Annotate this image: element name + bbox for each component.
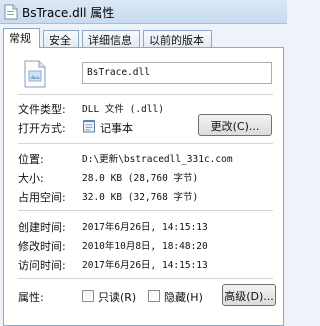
file-properties-icon xyxy=(4,4,18,20)
location-row: 位置: D:\更新\bstracedll_331c.com xyxy=(4,150,283,166)
accessed-value: 2017年6月26日, 14:15:13 xyxy=(82,260,208,271)
size-value: 28.0 KB (28,760 字节) xyxy=(82,173,199,184)
divider xyxy=(18,278,273,279)
location-value: D:\更新\bstracedll_331c.com xyxy=(82,154,233,165)
title-bar: BsTrace.dll 属性 xyxy=(0,0,287,24)
divider xyxy=(18,143,273,144)
tab-previous-versions[interactable]: 以前的版本 xyxy=(143,30,212,47)
hidden-checkbox[interactable] xyxy=(148,290,160,302)
file-icon xyxy=(24,60,46,88)
tab-security[interactable]: 安全 xyxy=(43,30,79,47)
opens-with-value: 记事本 xyxy=(100,122,133,135)
file-type-label: 文件类型: xyxy=(18,103,66,116)
size-row: 大小: 28.0 KB (28,760 字节) xyxy=(4,169,283,185)
tab-bar: 常规 安全 详细信息 以前的版本 xyxy=(3,28,284,48)
attributes-label: 属性: xyxy=(18,291,44,304)
modified-value: 2010年10月8日, 18:48:20 xyxy=(82,241,208,252)
general-panel: BsTrace.dll 文件类型: DLL 文件 (.dll) 打开方式: 记事… xyxy=(3,47,284,326)
size-label: 大小: xyxy=(18,172,44,185)
advanced-button[interactable]: 高级(D)... xyxy=(222,284,276,306)
notepad-icon xyxy=(83,120,95,133)
created-row: 创建时间: 2017年6月26日, 14:15:13 xyxy=(4,218,283,234)
size-on-disk-row: 占用空间: 32.0 KB (32,768 字节) xyxy=(4,188,283,204)
created-value: 2017年6月26日, 14:15:13 xyxy=(82,222,208,233)
divider xyxy=(18,94,273,95)
size-on-disk-label: 占用空间: xyxy=(18,191,66,204)
readonly-label[interactable]: 只读(R) xyxy=(98,289,136,305)
tab-details[interactable]: 详细信息 xyxy=(82,30,140,47)
created-label: 创建时间: xyxy=(18,221,66,234)
divider xyxy=(18,210,273,211)
size-on-disk-value: 32.0 KB (32,768 字节) xyxy=(82,192,199,203)
opens-with-label: 打开方式: xyxy=(18,122,66,135)
window-title: BsTrace.dll 属性 xyxy=(22,6,115,20)
change-button[interactable]: 更改(C)... xyxy=(198,114,272,136)
location-label: 位置: xyxy=(18,153,44,166)
modified-label: 修改时间: xyxy=(18,240,66,253)
readonly-checkbox[interactable] xyxy=(82,290,94,302)
modified-row: 修改时间: 2010年10月8日, 18:48:20 xyxy=(4,237,283,253)
file-type-value: DLL 文件 (.dll) xyxy=(82,104,164,115)
hidden-label[interactable]: 隐藏(H) xyxy=(164,289,203,305)
file-name-field[interactable]: BsTrace.dll xyxy=(82,62,272,84)
accessed-row: 访问时间: 2017年6月26日, 14:15:13 xyxy=(4,256,283,272)
tab-general[interactable]: 常规 xyxy=(3,28,40,48)
accessed-label: 访问时间: xyxy=(18,259,66,272)
